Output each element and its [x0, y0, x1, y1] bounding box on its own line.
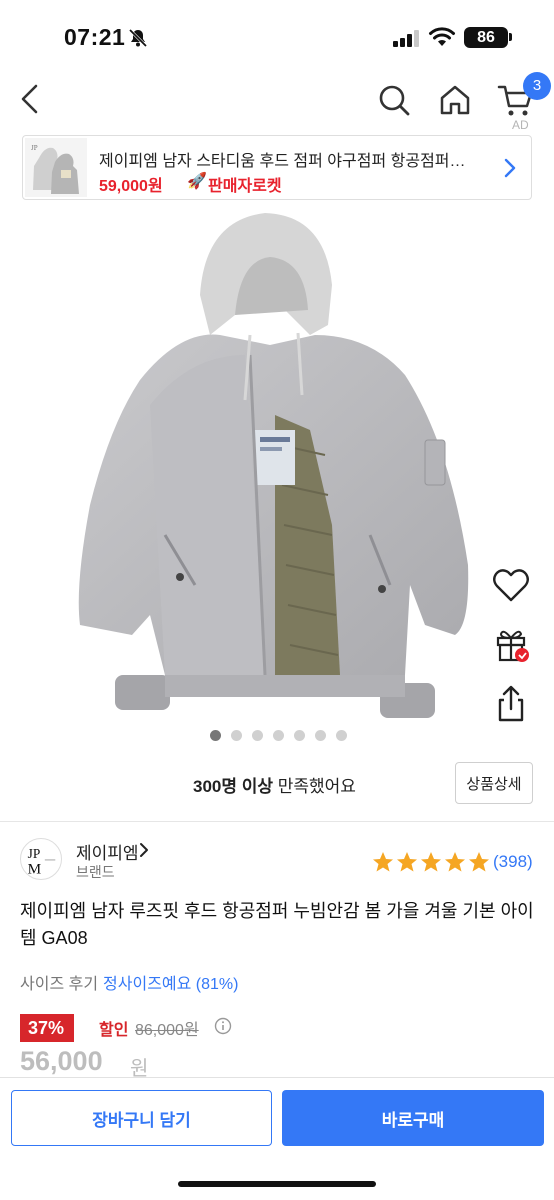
gallery-dot[interactable] [315, 730, 326, 741]
search-icon[interactable] [376, 82, 412, 118]
nav-bar [0, 74, 554, 130]
battery-indicator: 86 [464, 27, 508, 48]
ad-mark: AD [512, 118, 529, 132]
sale-price: 56,000 [20, 1046, 103, 1076]
home-icon[interactable] [437, 82, 473, 118]
chevron-right-icon[interactable] [138, 842, 150, 858]
gallery-pagination [0, 730, 554, 742]
star-icon [397, 852, 417, 872]
chevron-right-icon[interactable] [501, 156, 519, 180]
discount-badge: 37% [20, 1014, 75, 1042]
original-price: 86,000원 [135, 1022, 199, 1039]
bell-off-icon [128, 28, 148, 48]
discount-label: 할인 [99, 1022, 129, 1039]
star-icon [469, 852, 489, 872]
back-icon[interactable] [14, 82, 48, 116]
ad-rocket-label: 판매자로켓 [208, 178, 282, 195]
ad-banner[interactable]: JP 제이피엠 남자 스타디움 후드 점퍼 야구점퍼 항공점퍼… 59,000원… [22, 135, 532, 200]
ad-title: 제이피엠 남자 스타디움 후드 점퍼 야구점퍼 항공점퍼… [99, 153, 466, 170]
divider [0, 821, 554, 822]
brand-name[interactable]: 제이피엠 [76, 839, 139, 864]
gift-icon[interactable] [489, 622, 533, 666]
share-icon[interactable] [489, 682, 533, 726]
size-review[interactable]: 사이즈 후기 정사이즈예요 (81%) [20, 970, 239, 994]
gallery-dot[interactable] [252, 730, 263, 741]
satisfaction-count: 300명 이상 [193, 777, 274, 796]
battery-cap [509, 33, 512, 41]
product-image[interactable] [70, 205, 490, 750]
satisfaction-suffix: 만족했어요 [273, 777, 356, 796]
heart-icon[interactable] [489, 563, 533, 607]
status-time: 07:21 [64, 24, 126, 50]
status-bar: 07:21 86 [0, 0, 554, 74]
ad-price: 59,000원 [99, 178, 163, 195]
product-title: 제이피엠 남자 루즈핏 후드 항공점퍼 누빔안감 봄 가을 겨울 기본 아이템 … [20, 901, 534, 948]
gallery-dot[interactable] [336, 730, 347, 741]
bottom-action-bar: 장바구니 담기 바로구매 [0, 1077, 554, 1200]
satisfaction-text: 300명 이상 만족했어요 [193, 772, 356, 797]
star-icon [373, 852, 393, 872]
gallery-dot[interactable] [231, 730, 242, 741]
svg-text:M: M [28, 860, 42, 877]
gallery-dot[interactable] [273, 730, 284, 741]
cart-count-badge: 3 [523, 72, 551, 100]
add-to-cart-button[interactable]: 장바구니 담기 [11, 1090, 272, 1146]
wifi-icon [429, 27, 455, 46]
brand-logo[interactable]: JP M [20, 838, 62, 880]
star-icon [445, 852, 465, 872]
gallery-dot[interactable] [210, 730, 221, 741]
gallery-dot[interactable] [294, 730, 305, 741]
review-count[interactable]: (398) [493, 852, 533, 872]
info-icon[interactable] [214, 1017, 232, 1035]
size-review-value: 정사이즈예요 (81%) [103, 976, 239, 993]
star-icon [421, 852, 441, 872]
buy-now-button[interactable]: 바로구매 [282, 1090, 544, 1146]
ad-thumbnail-image: JP [25, 138, 87, 197]
product-detail-button[interactable]: 상품상세 [455, 762, 533, 804]
signal-icon [393, 30, 419, 47]
svg-text:JP: JP [31, 144, 38, 152]
rocket-icon: 🚀 [187, 173, 207, 190]
size-review-label: 사이즈 후기 [20, 976, 99, 993]
brand-sub-label: 브랜드 [76, 864, 115, 880]
svg-text:JP: JP [28, 846, 41, 861]
home-indicator [178, 1181, 376, 1187]
